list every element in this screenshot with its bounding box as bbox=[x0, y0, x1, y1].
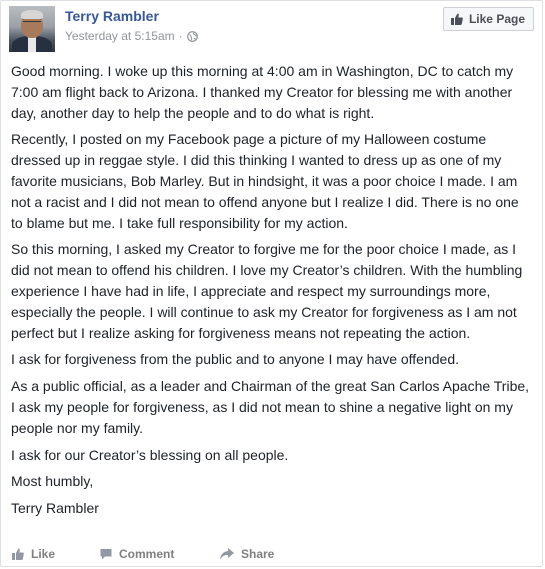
share-label: Share bbox=[241, 547, 275, 561]
comment-bubble-icon bbox=[99, 547, 113, 561]
avatar-hair-shape bbox=[21, 10, 43, 19]
share-button[interactable]: Share bbox=[219, 547, 274, 561]
comment-label: Comment bbox=[119, 547, 175, 561]
post-signature: Terry Rambler bbox=[11, 500, 99, 517]
post-paragraph: As a public official, as a leader and Ch… bbox=[11, 378, 530, 436]
post-timestamp[interactable]: Yesterday at 5:15am bbox=[65, 29, 175, 43]
post-paragraph: Recently, I posted on my Facebook page a… bbox=[11, 131, 519, 231]
avatar-glasses-shape bbox=[23, 21, 41, 26]
comment-button[interactable]: Comment bbox=[99, 547, 174, 561]
post-meta: Yesterday at 5:15am · bbox=[65, 29, 198, 43]
post-card: Terry Rambler Yesterday at 5:15am · Like… bbox=[0, 0, 543, 567]
post-paragraph: Good morning. I woke up this morning at … bbox=[11, 63, 514, 121]
globe-icon[interactable] bbox=[186, 30, 198, 42]
post-body: Good morning. I woke up this morning at … bbox=[11, 61, 534, 525]
post-paragraph: Most humbly, bbox=[11, 473, 94, 490]
meta-separator: · bbox=[178, 29, 183, 43]
author-avatar[interactable] bbox=[9, 6, 55, 52]
like-page-label: Like Page bbox=[468, 12, 525, 26]
share-arrow-icon bbox=[219, 547, 235, 561]
like-button[interactable]: Like bbox=[11, 547, 55, 561]
post-header: Terry Rambler Yesterday at 5:15am · Like… bbox=[9, 6, 534, 52]
author-name-link[interactable]: Terry Rambler bbox=[65, 8, 159, 24]
like-page-button[interactable]: Like Page bbox=[442, 7, 534, 31]
post-paragraph: So this morning, I asked my Creator to f… bbox=[11, 241, 523, 341]
post-actions-bar: Like Comment Share bbox=[1, 541, 542, 567]
avatar-shirt-shape bbox=[28, 36, 36, 52]
thumbs-up-icon bbox=[450, 12, 464, 26]
like-label: Like bbox=[31, 547, 56, 561]
thumbs-up-icon bbox=[11, 547, 25, 561]
post-paragraph: I ask for forgiveness from the public an… bbox=[11, 351, 460, 368]
post-paragraph: I ask for our Creator’s blessing on all … bbox=[11, 446, 289, 463]
